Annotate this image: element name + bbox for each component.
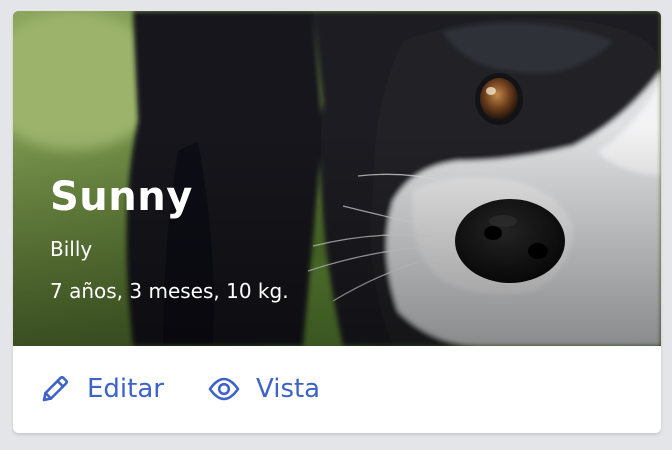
view-button[interactable]: Vista (208, 372, 320, 406)
pet-details: 7 años, 3 meses, 10 kg. (50, 279, 289, 303)
pet-name: Sunny (50, 174, 193, 220)
edit-label: Editar (87, 374, 164, 404)
view-label: Vista (256, 374, 321, 404)
eye-icon (208, 373, 240, 405)
pencil-icon (39, 373, 71, 405)
edit-button[interactable]: Editar (39, 372, 164, 406)
pet-card: Sunny Billy 7 años, 3 meses, 10 kg. Edit… (13, 11, 661, 433)
pet-owner: Billy (50, 237, 93, 261)
pet-photo-area: Sunny Billy 7 años, 3 meses, 10 kg. (13, 11, 661, 346)
card-actions: Editar Vista (13, 346, 661, 433)
